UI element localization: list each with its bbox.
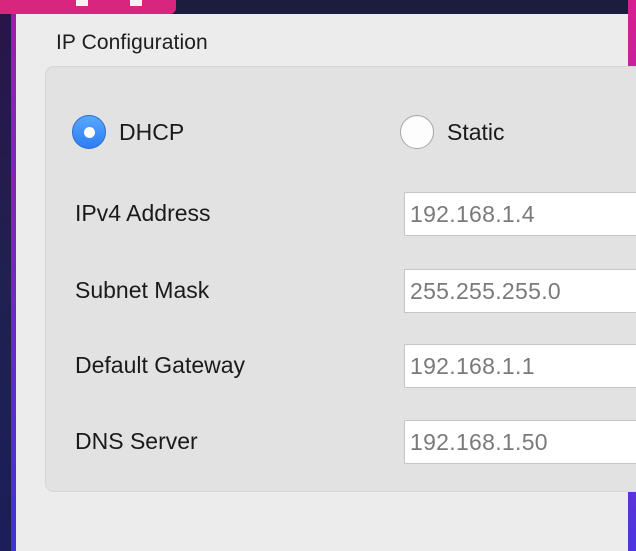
window-frame-left [0,0,16,551]
ipv4-address-label: IPv4 Address [75,200,211,226]
static-radio[interactable]: Static [400,115,505,149]
tab-notch [76,0,88,6]
subnet-mask-input[interactable] [404,269,636,313]
dhcp-radio[interactable]: DHCP [72,115,184,149]
config-panel: IP Configuration DHCP Static IPv4 Addres… [16,14,636,551]
tab-notch [130,0,142,6]
default-gateway-input[interactable] [404,344,636,388]
default-gateway-label: Default Gateway [75,352,246,378]
section-title: IP Configuration [56,31,208,54]
dns-server-input[interactable] [404,420,636,464]
dhcp-radio-label[interactable]: DHCP [119,119,184,146]
ipv4-address-input[interactable] [404,192,636,236]
radio-unselected-icon[interactable] [400,115,434,149]
subnet-mask-label: Subnet Mask [75,277,210,303]
tab-strip-fragment[interactable] [0,0,176,14]
static-radio-label[interactable]: Static [447,119,505,146]
radio-selected-icon[interactable] [72,115,106,149]
dns-server-label: DNS Server [75,428,198,454]
